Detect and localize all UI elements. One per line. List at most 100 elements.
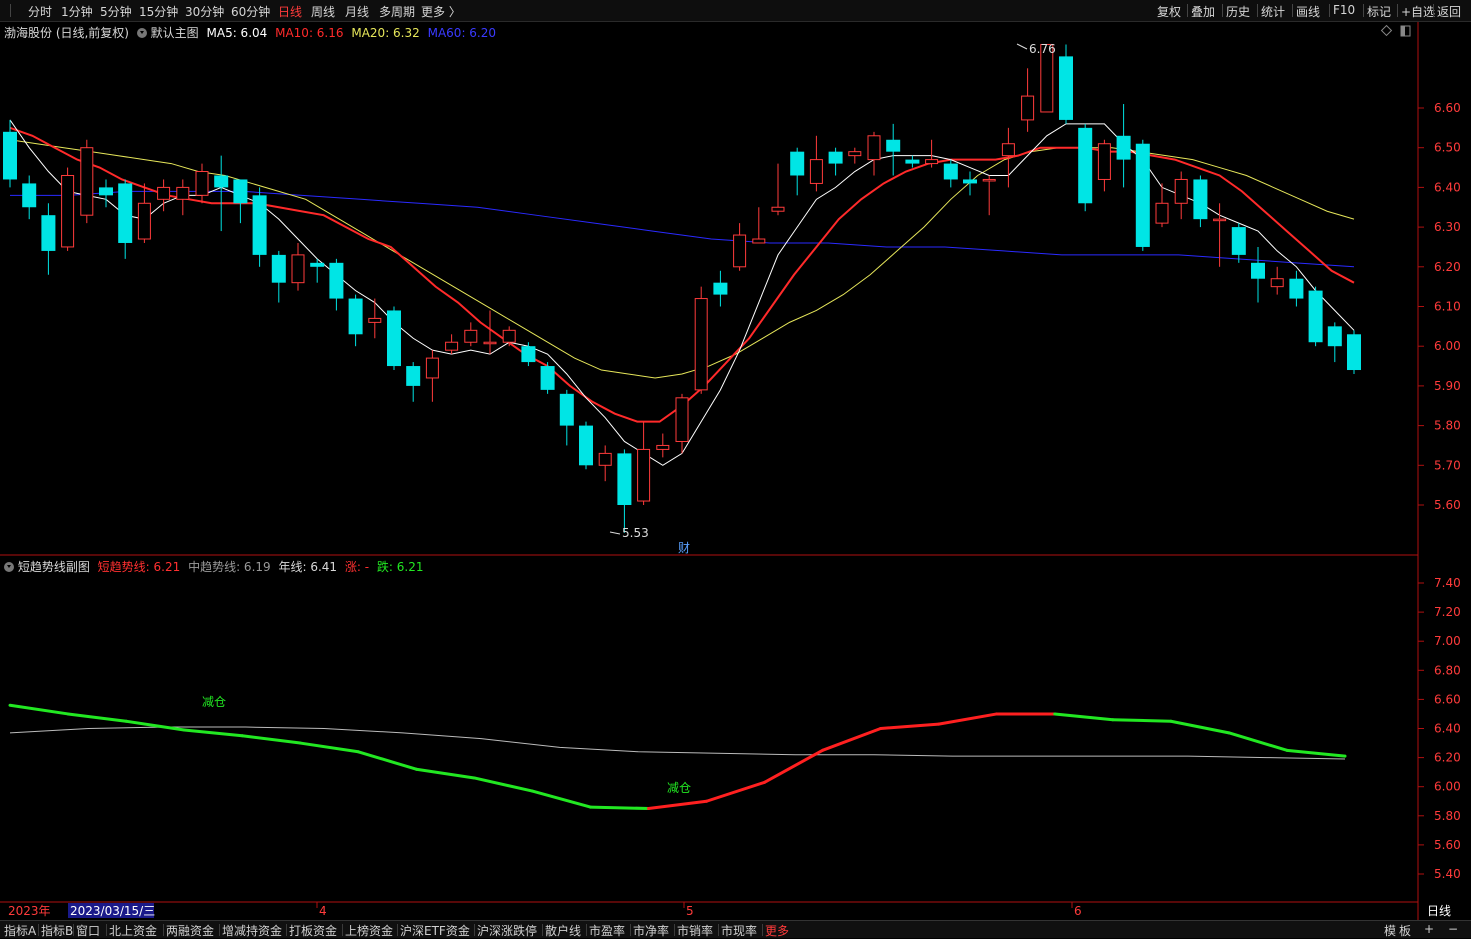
bottom-tab-13[interactable]: 市销率 <box>677 922 713 939</box>
bottom-tab-2[interactable]: 窗口 <box>76 922 100 939</box>
bottom-tab-10[interactable]: 散户线 <box>545 922 581 939</box>
toolbar-button-7[interactable]: +自选 <box>1401 3 1435 20</box>
period-tab-2[interactable]: 5分钟 <box>100 3 132 20</box>
toolbar-button-separator <box>1187 4 1188 17</box>
toolbar-button-separator <box>1397 4 1398 17</box>
period-tab-1[interactable]: 1分钟 <box>61 3 93 20</box>
candle-body-down <box>828 151 843 164</box>
period-tab-7[interactable]: 周线 <box>311 3 335 20</box>
candle-body-up <box>1155 202 1169 224</box>
bottom-tab-separator <box>73 924 74 936</box>
candle-body-down <box>310 262 325 267</box>
candle-body-up <box>61 174 75 248</box>
bottom-right-control-1[interactable]: 板 <box>1399 922 1411 939</box>
period-tab-6[interactable]: 日线 <box>278 3 302 20</box>
toolbar-button-8[interactable]: 返回 <box>1437 3 1461 20</box>
bottom-tab-15[interactable]: 更多 <box>765 922 789 939</box>
candle-body-down <box>1289 278 1304 299</box>
month-label-0: 4 <box>319 904 327 918</box>
candle-body-down <box>521 346 536 363</box>
candle-body-down <box>559 393 574 426</box>
candle-body-down <box>387 310 401 367</box>
sub-indicator-dropdown-icon[interactable] <box>4 562 14 572</box>
candle-body-up <box>291 254 305 284</box>
price-tick-label: 5.90 <box>1434 379 1461 393</box>
toolbar-button-6[interactable]: 标记 <box>1367 3 1391 20</box>
toolbar-button-3[interactable]: 统计 <box>1261 3 1285 20</box>
price-tick-label: 6.50 <box>1434 141 1461 155</box>
signal-label-2: 减仓 <box>667 781 691 795</box>
bottom-tab-5[interactable]: 增减持资金 <box>222 922 282 939</box>
bottom-tab-0[interactable]: 指标A <box>4 922 36 939</box>
price-tick-label: 6.20 <box>1434 260 1461 274</box>
template-dropdown-icon[interactable] <box>136 28 147 38</box>
sub-tick-label: 5.80 <box>1434 809 1461 823</box>
candle-body-up <box>809 159 823 184</box>
bottom-right-control-3[interactable]: − <box>1448 922 1458 936</box>
candle-body-up <box>464 329 478 343</box>
candle-body-up <box>176 186 190 200</box>
candle-body-down <box>905 159 920 164</box>
toolbar-button-separator <box>1363 4 1364 17</box>
toolbar-button-5[interactable]: F10 <box>1333 3 1355 17</box>
candle-body-down <box>579 425 593 466</box>
candle-body-down <box>233 179 248 204</box>
toolbar-button-separator <box>1329 4 1330 17</box>
candle-body-down <box>1116 135 1131 160</box>
candle-body-up <box>137 202 151 240</box>
bottom-tab-9[interactable]: 沪深涨跌停 <box>477 922 537 939</box>
toolbar-button-0[interactable]: 复权 <box>1157 3 1181 20</box>
bottom-right-control-0[interactable]: 模 <box>1384 922 1396 939</box>
candle-body-up <box>1097 143 1111 180</box>
candle-body-up <box>598 452 612 466</box>
short-trend-down-segment <box>1111 718 1173 723</box>
candle-body-down <box>963 179 977 184</box>
candle-body-down <box>1231 227 1246 255</box>
candle-body-down <box>41 215 56 251</box>
period-tab-9[interactable]: 多周期 <box>379 3 415 20</box>
bottom-tab-4[interactable]: 两融资金 <box>166 922 214 939</box>
bottom-tab-14[interactable]: 市现率 <box>721 922 757 939</box>
candle-body-down <box>99 187 113 196</box>
bottom-tab-separator <box>106 924 107 936</box>
candle-body-up <box>502 329 516 343</box>
sub-indicator-name[interactable]: 短趋势线副图 <box>18 560 90 574</box>
bottom-tab-11[interactable]: 市盈率 <box>589 922 625 939</box>
bottom-tab-1[interactable]: 指标B <box>41 922 73 939</box>
price-tick-label: 6.60 <box>1434 101 1461 115</box>
toolbar-button-4[interactable]: 画线 <box>1296 3 1320 20</box>
short-trend-legend: 短趋势线: 6.21 <box>97 560 181 574</box>
candle-body-up <box>752 238 766 244</box>
price-tick-label: 5.60 <box>1434 498 1461 512</box>
candle-body-up <box>867 135 881 161</box>
bottom-tab-7[interactable]: 上榜资金 <box>345 922 393 939</box>
candle-body-up <box>425 357 439 379</box>
bottom-tab-8[interactable]: 沪深ETF资金 <box>400 922 470 939</box>
bottom-tab-separator <box>397 924 398 936</box>
template-label[interactable]: 默认主图 <box>151 26 199 40</box>
month-label-2: 6 <box>1074 904 1082 918</box>
candle-body-down <box>540 366 555 390</box>
bottom-tab-separator <box>718 924 719 936</box>
period-tab-10[interactable]: 更多 〉 <box>421 3 461 20</box>
bottom-right-control-2[interactable]: + <box>1424 922 1434 936</box>
bottom-tab-separator <box>542 924 543 936</box>
candle-body-down <box>790 151 805 176</box>
signal-label-1: 减仓 <box>202 695 226 709</box>
ma20-legend: MA20: 6.32 <box>351 26 420 40</box>
period-tab-3[interactable]: 15分钟 <box>139 3 178 20</box>
bottom-tab-3[interactable]: 北上资金 <box>109 922 157 939</box>
period-tab-8[interactable]: 月线 <box>345 3 369 20</box>
toolbar-button-2[interactable]: 历史 <box>1226 3 1250 20</box>
candle-body-down <box>1193 179 1208 220</box>
period-tab-5[interactable]: 60分钟 <box>231 3 270 20</box>
bottom-tab-12[interactable]: 市净率 <box>633 922 669 939</box>
toolbar-separator <box>10 4 11 17</box>
period-label: 日线 <box>1427 904 1451 918</box>
finance-marker[interactable]: 财 <box>678 541 690 555</box>
candle-body-down <box>617 453 632 505</box>
toolbar-button-1[interactable]: 叠加 <box>1191 3 1215 20</box>
period-tab-4[interactable]: 30分钟 <box>185 3 224 20</box>
bottom-tab-6[interactable]: 打板资金 <box>289 922 337 939</box>
period-tab-0[interactable]: 分时 <box>28 3 52 20</box>
